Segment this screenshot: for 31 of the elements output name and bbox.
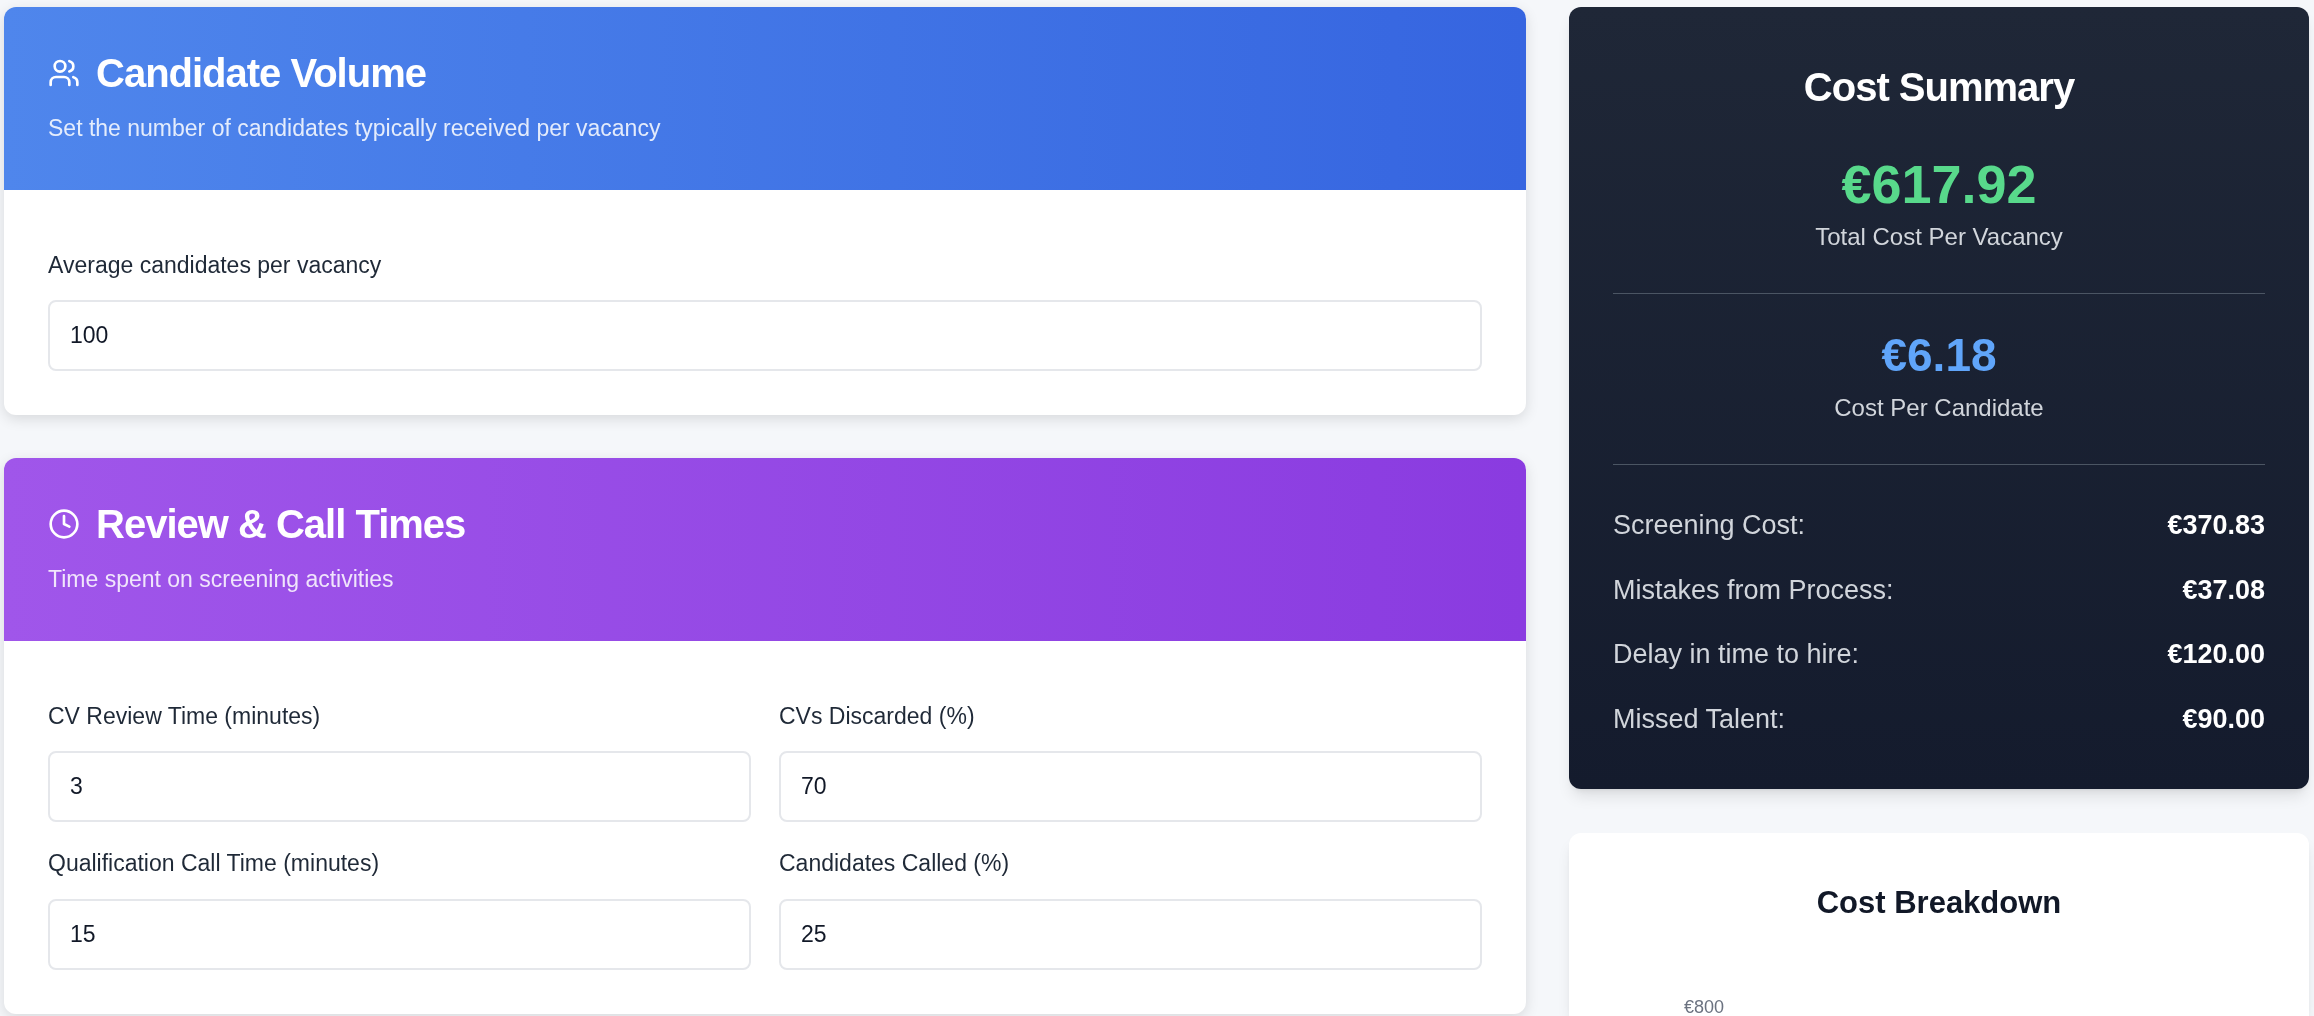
per-candidate-amount: €6.18: [1880, 332, 1998, 378]
clock-icon: [48, 508, 80, 540]
section-subtitle: Set the number of candidates typically received per vacancy: [48, 114, 662, 143]
cost-label: Delay in time to hire:: [1613, 638, 1860, 671]
y-axis-label: €800: [1684, 998, 1725, 1016]
cost-label: Screening Cost:: [1613, 509, 1806, 542]
per-candidate-label: Cost Per Candidate: [1833, 393, 2045, 423]
section-subtitle: Time spent on screening activities: [48, 565, 395, 594]
field-label: Candidates Called (%): [779, 849, 1011, 878]
number-field[interactable]: 3: [48, 751, 751, 822]
cost-value: €370.83: [2167, 509, 2265, 542]
field-label: Average candidates per vacancy: [48, 250, 383, 280]
breakdown-title: Cost Breakdown: [1815, 884, 2063, 922]
summary-title: Cost Summary: [1802, 64, 2076, 111]
section-title: Candidate Volume: [96, 50, 426, 97]
number-field[interactable]: 70: [779, 751, 1482, 822]
cost-value: €120.00: [2167, 638, 2265, 671]
section-title: Review & Call Times: [96, 501, 466, 548]
total-label: Total Cost Per Vacancy: [1814, 222, 2064, 252]
number-field[interactable]: 25: [779, 898, 1482, 970]
number-field[interactable]: 15: [48, 898, 751, 970]
field-label: Qualification Call Time (minutes): [48, 849, 381, 878]
field-label: CV Review Time (minutes): [48, 701, 322, 731]
field-label: CVs Discarded (%): [779, 701, 976, 731]
cost-value: €90.00: [2182, 702, 2265, 736]
cost-label: Mistakes from Process:: [1613, 573, 1894, 607]
number-field[interactable]: 100: [48, 300, 1482, 371]
cost-value: €37.08: [2182, 573, 2265, 607]
cost-label: Missed Talent:: [1613, 702, 1786, 736]
users-icon: [48, 57, 80, 89]
total-amount: €617.92: [1840, 157, 2038, 211]
